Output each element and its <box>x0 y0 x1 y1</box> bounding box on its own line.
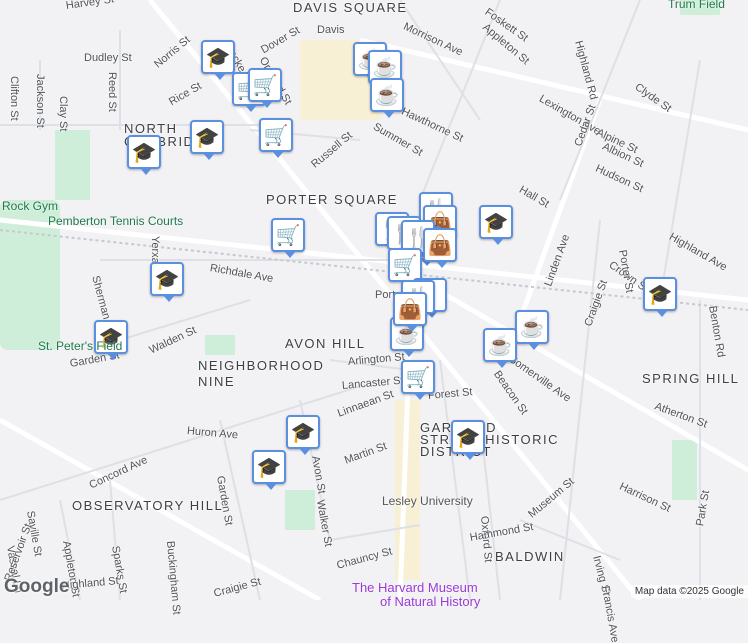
poi-rock-gym[interactable]: Rock Gym <box>2 199 58 213</box>
cafe-marker-icon[interactable]: ☕ <box>370 78 404 118</box>
school-marker-icon[interactable]: 🎓 <box>643 277 677 317</box>
poi-trum-field[interactable]: Trum Field <box>668 0 725 11</box>
street-label: Clifton St <box>8 76 20 121</box>
neighborhood-label: NINE <box>198 374 236 389</box>
neighborhood-label: AVON HILL <box>285 336 366 351</box>
street-label: Davis <box>317 24 345 36</box>
grocery-marker-icon[interactable]: 🛒 <box>271 218 305 258</box>
shopping-marker-icon[interactable]: 👜 <box>423 228 457 268</box>
school-marker-icon[interactable]: 🎓 <box>201 40 235 80</box>
shopping-marker-icon[interactable]: 👜 <box>393 292 427 332</box>
cafe-marker-icon[interactable]: ☕ <box>515 310 549 350</box>
poi-harvard-museum-2: of Natural History <box>380 594 481 609</box>
street-label: Clay St <box>57 96 69 132</box>
street-label: Dudley St <box>84 52 132 64</box>
poi-pemberton[interactable]: Pemberton Tennis Courts <box>48 214 183 228</box>
neighborhood-label: BALDWIN <box>495 549 565 564</box>
poi-lesley[interactable]: Lesley University <box>382 494 473 508</box>
grocery-marker-icon[interactable]: 🛒 <box>248 68 282 108</box>
grocery-marker-icon[interactable]: 🛒 <box>259 118 293 158</box>
rail-line <box>0 229 748 311</box>
school-marker-icon[interactable]: 🎓 <box>286 415 320 455</box>
google-logo: Google <box>4 576 70 597</box>
neighborhood-label: PORTER SQUARE <box>266 192 398 207</box>
street-label: Jackson St <box>34 74 46 128</box>
map-attribution[interactable]: Map data ©2025 Google <box>630 585 748 598</box>
poi-harvard-museum[interactable]: The Harvard Museum <box>352 580 478 595</box>
school-marker-icon[interactable]: 🎓 <box>451 420 485 460</box>
poi-st-peter[interactable]: St. Peter's Field <box>38 339 122 353</box>
school-marker-icon[interactable]: 🎓 <box>252 450 286 490</box>
neighborhood-label: DAVIS SQUARE <box>293 0 408 15</box>
cafe-marker-icon[interactable]: ☕ <box>483 328 517 368</box>
school-marker-icon[interactable]: 🎓 <box>150 262 184 302</box>
school-marker-icon[interactable]: 🎓 <box>479 205 513 245</box>
neighborhood-label: OBSERVATORY HILL <box>72 498 224 513</box>
grocery-marker-icon[interactable]: 🛒 <box>401 360 435 400</box>
neighborhood-label: SPRING HILL <box>642 371 740 386</box>
street-label: Reed St <box>106 72 118 112</box>
school-marker-icon[interactable]: 🎓 <box>127 135 161 175</box>
school-marker-icon[interactable]: 🎓 <box>190 120 224 160</box>
neighborhood-label: NEIGHBORHOOD <box>198 358 325 373</box>
grocery-marker-icon[interactable]: 🛒 <box>388 248 422 288</box>
